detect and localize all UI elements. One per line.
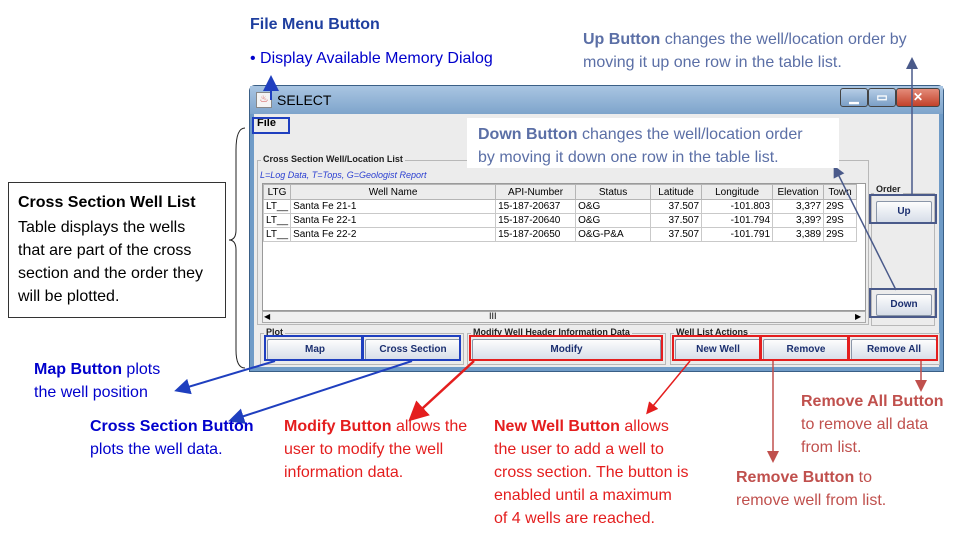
up-button-callout: Up Button changes the well/location orde…	[583, 28, 907, 74]
new-well-callout-line3: cross section. The button is	[494, 464, 689, 481]
modify-callout-line2: user to modify the well	[284, 441, 444, 458]
modify-callout-line3: information data.	[284, 464, 404, 481]
map-callout-text: plots	[121, 361, 161, 378]
cross-section-button-callout: Cross Section Button plots the well data…	[90, 415, 254, 461]
remove-all-callout-line3: from list.	[801, 439, 862, 456]
map-callout-line2: the well position	[34, 384, 148, 401]
well-list-callout-body: Table displays the wells that are part o…	[18, 219, 204, 305]
remove-callout-text: to	[854, 469, 873, 486]
well-list-callout: Cross Section Well List Table displays t…	[8, 182, 226, 318]
modify-button-callout: Modify Button allows the user to modify …	[284, 415, 467, 484]
file-menu-callout-title: File Menu Button	[250, 16, 380, 33]
down-callout-line2: by moving it down one row in the table l…	[478, 149, 779, 166]
remove-all-button-callout: Remove All Button to remove all data fro…	[801, 390, 944, 459]
new-well-callout-line2: the user to add a well to	[494, 441, 664, 458]
modify-callout-title: Modify Button	[284, 418, 392, 435]
remove-button-callout: Remove Button to remove well from list.	[736, 466, 886, 512]
remove-callout-line2: remove well from list.	[736, 492, 887, 509]
remove-callout-title: Remove Button	[736, 469, 855, 486]
new-well-callout-line4: enabled until a maximum	[494, 487, 672, 504]
cross-section-callout-title: Cross Section Button	[90, 418, 254, 435]
file-menu-callout-bullet: • Display Available Memory Dialog	[250, 50, 493, 67]
map-callout-title: Map Button	[34, 361, 122, 378]
up-callout-line2: moving it up one row in the table list.	[583, 54, 842, 71]
up-callout-text: changes the well/location order by	[660, 31, 907, 48]
map-button-callout: Map Button plots the well position	[34, 358, 160, 404]
up-callout-title: Up Button	[583, 31, 661, 48]
cross-section-callout-line2: plots the well data.	[90, 441, 223, 458]
modify-callout-text: allows the	[391, 418, 468, 435]
down-callout-text: changes the well/location order	[577, 126, 803, 143]
new-well-button-callout: New Well Button allows the user to add a…	[494, 415, 688, 530]
well-list-callout-title: Cross Section Well List	[18, 194, 196, 211]
new-well-callout-text: allows	[619, 418, 669, 435]
remove-all-callout-title: Remove All Button	[801, 393, 944, 410]
new-well-callout-title: New Well Button	[494, 418, 620, 435]
remove-all-callout-line2: to remove all data	[801, 416, 929, 433]
down-callout-title: Down Button	[478, 126, 578, 143]
new-well-callout-line5: of 4 wells are reached.	[494, 510, 655, 527]
down-button-callout: Down Button changes the well/location or…	[478, 123, 803, 169]
